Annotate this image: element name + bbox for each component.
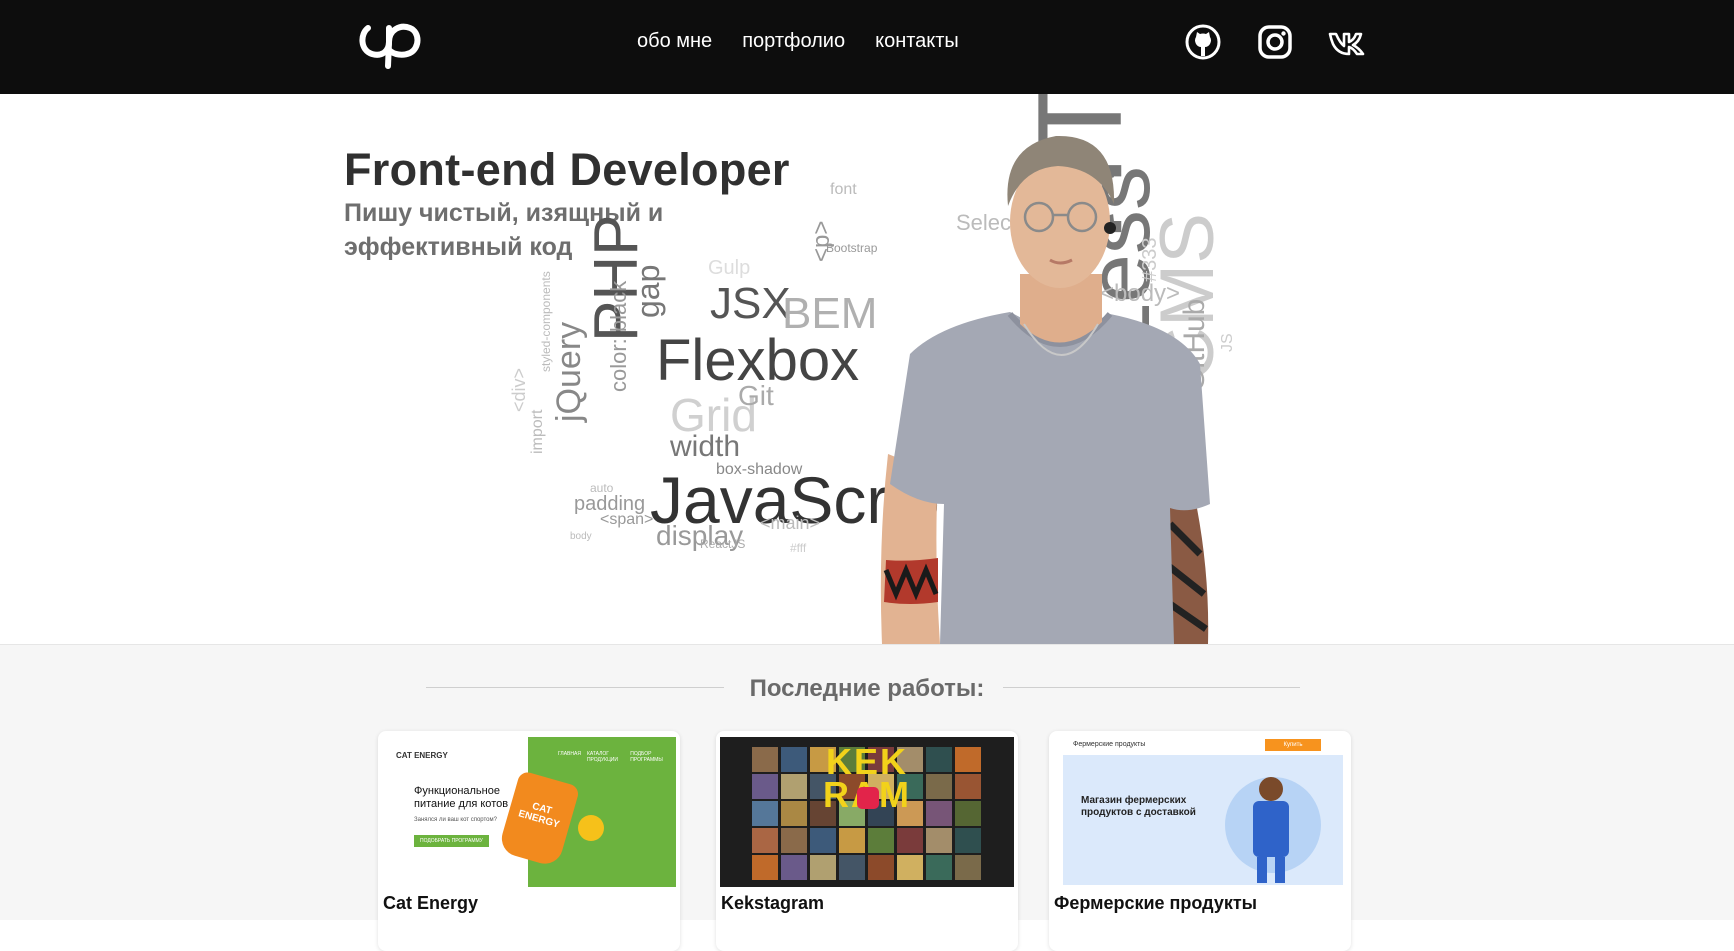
preview-nav: ГЛАВНАЯ КАТАЛОГ ПРОДУКЦИИ ПОДБОР ПРОГРАМ… (558, 751, 663, 763)
vk-icon[interactable] (1328, 23, 1366, 61)
photo-thumbnail (955, 774, 981, 799)
project-name: Kekstagram (721, 893, 825, 913)
project-name: Cat Energy (383, 893, 479, 913)
word-cloud-term: color: black (606, 280, 631, 392)
photo-thumbnail (926, 774, 952, 799)
photo-thumbnail (926, 828, 952, 853)
preview-farmer-leg-right (1275, 857, 1285, 883)
photo-thumbnail (781, 855, 807, 880)
preview-cta: Купить (1265, 739, 1321, 751)
project-card-kekstagram[interactable]: KEK RAM Kekstagram (716, 731, 1018, 951)
preview-logo: CAT ENERGY (396, 751, 448, 760)
social-links (1184, 23, 1366, 61)
word-cloud-term: <span> (600, 511, 654, 528)
nav-link-contacts[interactable]: контакты (875, 30, 959, 53)
word-cloud-term: ReactJS (700, 537, 746, 551)
latest-works-section: Последние работы: CAT ENERGY ГЛАВНАЯ КАТ… (0, 645, 1734, 951)
photo-thumbnail (868, 828, 894, 853)
word-cloud-term: JSX (710, 279, 791, 328)
preview-fruit (578, 815, 604, 841)
word-cloud-term: jQuery (550, 321, 588, 422)
word-cloud-term: body (570, 531, 592, 542)
preview-logo: Фермерские продукты (1073, 741, 1146, 748)
logo-icon[interactable] (358, 20, 424, 70)
photo-thumbnail (752, 855, 778, 880)
photo-thumbnail (955, 855, 981, 880)
photo-thumbnail (752, 774, 778, 799)
photo-thumbnail (752, 801, 778, 826)
photo-thumbnail (810, 828, 836, 853)
word-cloud-term: Gulp (708, 257, 751, 279)
photo-thumbnail (955, 747, 981, 772)
word-cloud-term: width (670, 430, 741, 463)
nav-link-about[interactable]: обо мне (637, 30, 712, 53)
preview-heading: Магазин фермерских продуктов с доставкой (1081, 795, 1196, 818)
photo-thumbnail (926, 855, 952, 880)
photo-thumbnail (897, 855, 923, 880)
photo-thumbnail (868, 855, 894, 880)
hero-section: Front-end Developer Пишу чистый, изящный… (0, 94, 1734, 645)
photo-thumbnail (955, 828, 981, 853)
preview-text: Занялся ли ваш кот спортом? (414, 817, 497, 823)
project-preview-kekstagram: KEK RAM (720, 737, 1014, 887)
word-cloud-term: #fff (790, 541, 807, 555)
preview-farmer-head (1259, 777, 1283, 801)
photo-thumbnail (781, 801, 807, 826)
photo-thumbnail (926, 747, 952, 772)
preview-farmer-leg-left (1257, 857, 1267, 883)
project-card-cat-energy[interactable]: CAT ENERGY ГЛАВНАЯ КАТАЛОГ ПРОДУКЦИИ ПОД… (378, 731, 680, 951)
photo-thumbnail (810, 855, 836, 880)
project-name: Фермерские продукты (1054, 893, 1258, 913)
instagram-icon[interactable] (1256, 23, 1294, 61)
photo-thumbnail (839, 855, 865, 880)
preview-cta: ПОДОБРАТЬ ПРОГРАММУ (414, 835, 489, 847)
main-nav: обо мне портфолио контакты (637, 30, 959, 53)
word-cloud-term: styled-components (539, 271, 553, 372)
photo-thumbnail (781, 747, 807, 772)
section-title: Последние работы: (749, 675, 985, 702)
preview-upload-icon (857, 787, 879, 809)
photo-thumbnail (752, 747, 778, 772)
word-cloud-term: <main> (760, 513, 821, 533)
preview-farmer-body (1253, 801, 1289, 857)
project-card-farm-products[interactable]: Фермерские продукты Купить Магазин ферме… (1049, 731, 1351, 951)
word-cloud-term: font (830, 181, 857, 198)
word-cloud-term: box-shadow (716, 461, 803, 478)
word-cloud-term: <div> (509, 367, 529, 412)
photo-thumbnail (781, 828, 807, 853)
site-header: обо мне портфолио контакты (0, 0, 1734, 94)
preview-heading: Функциональное питание для котов (414, 785, 509, 810)
divider-line-right (1003, 687, 1300, 688)
photo-thumbnail (752, 828, 778, 853)
word-cloud-term: gap (630, 264, 666, 318)
photo-thumbnail (839, 828, 865, 853)
word-cloud-term: Git (738, 380, 774, 411)
nav-link-portfolio[interactable]: портфолио (742, 30, 845, 53)
photo-thumbnail (955, 801, 981, 826)
photo-thumbnail (781, 774, 807, 799)
github-icon[interactable] (1184, 23, 1222, 61)
photo-thumbnail (897, 828, 923, 853)
word-cloud-term: auto (590, 481, 614, 495)
photo-thumbnail (926, 801, 952, 826)
hero-title: Front-end Developer (344, 144, 790, 195)
project-preview-farm-products: Фермерские продукты Купить Магазин ферме… (1053, 737, 1347, 887)
developer-photo (880, 135, 1210, 644)
project-preview-cat-energy: CAT ENERGY ГЛАВНАЯ КАТАЛОГ ПРОДУКЦИИ ПОД… (382, 737, 676, 887)
word-cloud-term: import (529, 409, 546, 454)
